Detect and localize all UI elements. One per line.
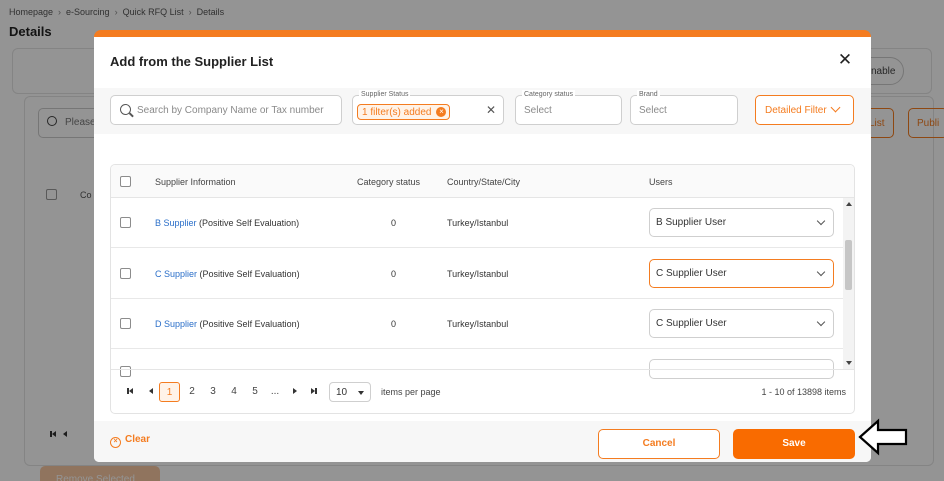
chevron-down-icon bbox=[816, 267, 826, 277]
cancel-button[interactable]: Cancel bbox=[598, 429, 720, 459]
chevron-down-icon bbox=[816, 216, 826, 226]
category-status-value: Select bbox=[524, 105, 552, 116]
row-checkbox[interactable] bbox=[120, 268, 131, 279]
header-category-status: Category status bbox=[357, 177, 421, 187]
chip-remove-icon[interactable]: × bbox=[436, 107, 447, 117]
location-cell: Turkey/Istanbul bbox=[447, 269, 509, 279]
table-row-partial bbox=[111, 349, 843, 379]
row-checkbox[interactable] bbox=[120, 318, 131, 329]
supplier-status-select[interactable]: Supplier Status 1 filter(s) added × ✕ bbox=[352, 90, 504, 125]
header-location: Country/State/City bbox=[447, 177, 521, 187]
close-icon[interactable]: ✕ bbox=[837, 51, 853, 68]
save-button[interactable]: Save bbox=[733, 429, 855, 459]
next-page-icon[interactable] bbox=[288, 382, 302, 402]
search-field[interactable] bbox=[110, 95, 342, 125]
per-page-select[interactable]: 10 bbox=[329, 382, 371, 402]
chevron-down-icon bbox=[816, 317, 826, 327]
brand-value: Select bbox=[639, 105, 667, 116]
per-page-label: items per page bbox=[381, 387, 441, 397]
category-status-cell: 0 bbox=[391, 269, 397, 279]
category-status-cell: 0 bbox=[391, 319, 397, 329]
user-select-value: C Supplier User bbox=[656, 318, 727, 329]
clear-selection-icon[interactable]: ✕ bbox=[486, 103, 496, 117]
header-supplier-information: Supplier Information bbox=[155, 177, 236, 187]
table-scrollbar[interactable] bbox=[843, 198, 854, 369]
category-status-cell: 0 bbox=[391, 218, 397, 228]
category-status-label: Category status bbox=[522, 90, 576, 100]
page-1[interactable]: 1 bbox=[159, 382, 180, 402]
brand-select[interactable]: Brand Select bbox=[630, 90, 738, 125]
page-5[interactable]: 5 bbox=[248, 382, 262, 402]
table-row: D Supplier (Positive Self Evaluation) 0 … bbox=[111, 299, 843, 349]
modal-title: Add from the Supplier List bbox=[110, 54, 274, 69]
user-select[interactable]: C Supplier User bbox=[649, 309, 834, 338]
location-cell: Turkey/Istanbul bbox=[447, 319, 509, 329]
table-header: Supplier Information Category status Cou… bbox=[111, 165, 854, 198]
page-4[interactable]: 4 bbox=[227, 382, 241, 402]
header-users: Users bbox=[649, 177, 673, 187]
clear-circle-icon: × bbox=[110, 437, 121, 448]
supplier-note: (Positive Self Evaluation) bbox=[199, 269, 300, 279]
detailed-filter-label: Detailed Filter bbox=[765, 105, 827, 116]
scroll-thumb[interactable] bbox=[845, 240, 852, 290]
pagination: 1 2 3 4 5 ... 10 items per page 1 - 10 o… bbox=[111, 369, 854, 413]
search-input[interactable] bbox=[137, 97, 337, 123]
user-select[interactable]: B Supplier User bbox=[649, 208, 834, 237]
last-page-icon[interactable] bbox=[307, 382, 321, 402]
select-all-checkbox[interactable] bbox=[120, 176, 131, 187]
chevron-down-icon bbox=[830, 102, 841, 113]
scroll-down-icon[interactable] bbox=[846, 361, 852, 365]
supplier-note: (Positive Self Evaluation) bbox=[199, 218, 300, 228]
supplier-status-label: Supplier Status bbox=[359, 90, 411, 100]
supplier-link[interactable]: D Supplier bbox=[155, 319, 197, 329]
supplier-link[interactable]: B Supplier bbox=[155, 218, 197, 228]
scroll-up-icon[interactable] bbox=[846, 202, 852, 206]
first-page-icon[interactable] bbox=[123, 382, 137, 402]
row-checkbox[interactable] bbox=[120, 217, 131, 228]
clear-label: Clear bbox=[125, 434, 151, 445]
pointer-arrow-icon bbox=[858, 418, 908, 456]
filter-chip-label: 1 filter(s) added bbox=[362, 107, 432, 118]
table-row: C Supplier (Positive Self Evaluation) 0 … bbox=[111, 249, 843, 299]
clear-button[interactable]: × Clear bbox=[110, 434, 150, 448]
per-page-value: 10 bbox=[336, 387, 348, 398]
page-ellipsis[interactable]: ... bbox=[268, 382, 282, 402]
search-icon bbox=[120, 104, 131, 115]
page-2[interactable]: 2 bbox=[185, 382, 199, 402]
caret-down-icon bbox=[358, 391, 364, 395]
detailed-filter-button[interactable]: Detailed Filter bbox=[755, 95, 854, 125]
prev-page-icon[interactable] bbox=[144, 382, 158, 402]
brand-label: Brand bbox=[637, 90, 660, 100]
user-select[interactable]: C Supplier User bbox=[649, 259, 834, 288]
items-range: 1 - 10 of 13898 items bbox=[761, 387, 846, 397]
user-select-value: C Supplier User bbox=[656, 268, 727, 279]
supplier-table: Supplier Information Category status Cou… bbox=[110, 164, 855, 414]
user-select-value: B Supplier User bbox=[656, 217, 727, 228]
supplier-list-modal: Add from the Supplier List ✕ Supplier St… bbox=[94, 30, 871, 462]
location-cell: Turkey/Istanbul bbox=[447, 218, 509, 228]
supplier-note: (Positive Self Evaluation) bbox=[199, 319, 300, 329]
supplier-link[interactable]: C Supplier bbox=[155, 269, 197, 279]
category-status-select[interactable]: Category status Select bbox=[515, 90, 622, 125]
table-row: B Supplier (Positive Self Evaluation) 0 … bbox=[111, 198, 843, 248]
page-3[interactable]: 3 bbox=[206, 382, 220, 402]
filter-chip[interactable]: 1 filter(s) added × bbox=[357, 104, 451, 120]
